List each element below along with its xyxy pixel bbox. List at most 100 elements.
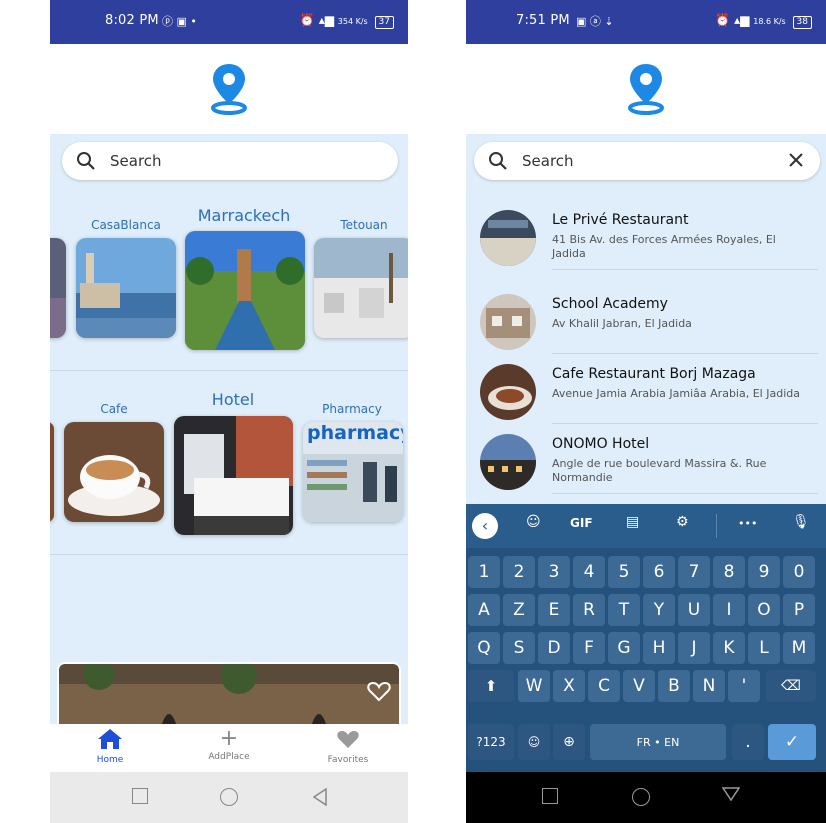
tetouan-image: [314, 238, 408, 338]
key[interactable]: 1: [468, 556, 500, 588]
key[interactable]: V: [623, 670, 655, 702]
back-button[interactable]: [722, 786, 740, 802]
nav-favorites-label: Favorites: [327, 755, 369, 765]
system-navigation-bar: [466, 772, 826, 823]
recent-apps-button[interactable]: [132, 788, 148, 804]
emoji-key[interactable]: ☺: [518, 724, 550, 760]
city-card-marrackech[interactable]: [185, 231, 305, 350]
net-speed: 354 K/s: [337, 17, 368, 26]
key[interactable]: B: [658, 670, 690, 702]
alarm-icon: ⏰: [715, 13, 731, 27]
list-item[interactable]: Cafe Restaurant Borj Mazaga Avenue Jamia…: [466, 350, 826, 424]
key[interactable]: K: [713, 632, 745, 664]
key[interactable]: 4: [573, 556, 605, 588]
key[interactable]: M: [783, 632, 815, 664]
status-bar: 8:02 PM ⓟ ▣ • ⏰ ▴▆ 354 K/s 37: [50, 0, 408, 44]
key[interactable]: 2: [503, 556, 535, 588]
home-button[interactable]: [632, 788, 650, 806]
favorite-heart-icon[interactable]: [367, 680, 391, 702]
key[interactable]: A: [468, 594, 500, 626]
key[interactable]: Q: [468, 632, 500, 664]
sticker-icon[interactable]: ☺: [526, 514, 541, 530]
search-bar[interactable]: Search: [62, 142, 398, 180]
more-button[interactable]: •••: [738, 517, 757, 530]
city-card-partial[interactable]: [50, 238, 66, 338]
city-card-tetouan[interactable]: [314, 238, 408, 338]
status-bar: 7:51 PM ▣ ⓐ ⇣ ⏰ ▴▆ 18.6 K/s 38: [466, 0, 826, 44]
key[interactable]: G: [608, 632, 640, 664]
space-key[interactable]: FR • EN: [590, 724, 726, 760]
key[interactable]: Y: [643, 594, 675, 626]
key[interactable]: ': [728, 670, 760, 702]
home-button[interactable]: [220, 788, 238, 806]
key[interactable]: R: [573, 594, 605, 626]
category-card-pharmacy[interactable]: pharmacy: [303, 422, 403, 522]
search-results-panel: Search Le Privé Restaurant 41 Bis Av. de…: [466, 134, 826, 504]
key[interactable]: X: [553, 670, 585, 702]
symbols-key[interactable]: ?123: [468, 724, 514, 760]
system-navigation-bar: [50, 772, 408, 823]
list-item[interactable]: Le Privé Restaurant 41 Bis Av. des Force…: [466, 196, 826, 270]
key[interactable]: F: [573, 632, 605, 664]
key[interactable]: J: [678, 632, 710, 664]
key[interactable]: D: [538, 632, 570, 664]
battery-icon: 37: [374, 16, 394, 29]
clipboard-icon[interactable]: ▤: [626, 514, 639, 530]
gif-button[interactable]: GIF: [570, 516, 593, 530]
key[interactable]: E: [538, 594, 570, 626]
featured-place-image: [59, 664, 399, 724]
key[interactable]: Z: [503, 594, 535, 626]
place-address: Angle de rue boulevard Massira &. Rue No…: [552, 457, 767, 484]
nav-addplace[interactable]: + AddPlace: [189, 728, 269, 763]
status-icons: ⏰ ▴▆ 354 K/s 37: [300, 13, 394, 29]
key[interactable]: W: [518, 670, 550, 702]
place-address: Av Khalil Jabran, El Jadida: [552, 317, 692, 330]
city-card-casablanca[interactable]: [76, 238, 176, 338]
enter-key[interactable]: ✓: [768, 724, 816, 760]
key[interactable]: 6: [643, 556, 675, 588]
section-divider: [50, 554, 408, 555]
category-card-cafe[interactable]: [64, 422, 164, 522]
key[interactable]: U: [678, 594, 710, 626]
key[interactable]: 0: [783, 556, 815, 588]
key[interactable]: 9: [748, 556, 780, 588]
place-name: ONOMO Hotel: [552, 436, 650, 452]
key[interactable]: P: [783, 594, 815, 626]
nav-home[interactable]: Home: [70, 728, 150, 765]
category-label-pharmacy: Pharmacy: [322, 402, 382, 416]
key[interactable]: 8: [713, 556, 745, 588]
period-key[interactable]: .: [732, 724, 764, 760]
close-icon[interactable]: [788, 152, 804, 168]
chevron-left-icon[interactable]: ‹: [472, 513, 498, 539]
list-item[interactable]: ONOMO Hotel Angle de rue boulevard Massi…: [466, 420, 826, 494]
key[interactable]: O: [748, 594, 780, 626]
category-label-hotel: Hotel: [211, 390, 255, 409]
search-screen: 7:51 PM ▣ ⓐ ⇣ ⏰ ▴▆ 18.6 K/s 38 Search Le…: [466, 0, 826, 823]
search-input[interactable]: Search: [474, 142, 820, 180]
back-button[interactable]: [312, 788, 328, 806]
globe-icon[interactable]: ⊕: [553, 724, 585, 760]
key[interactable]: N: [693, 670, 725, 702]
key[interactable]: S: [503, 632, 535, 664]
featured-place-card[interactable]: [57, 662, 401, 724]
key[interactable]: T: [608, 594, 640, 626]
recent-apps-button[interactable]: [542, 788, 558, 804]
search-icon: [77, 152, 95, 170]
category-card-hotel[interactable]: [174, 416, 293, 535]
key[interactable]: L: [748, 632, 780, 664]
city-label-marrackech: Marrackech: [197, 206, 291, 225]
gear-icon[interactable]: ⚙: [676, 514, 689, 530]
key[interactable]: C: [588, 670, 620, 702]
place-address: 41 Bis Av. des Forces Armées Royales, El…: [552, 233, 776, 260]
shift-key[interactable]: ⬆: [468, 670, 514, 702]
key[interactable]: 3: [538, 556, 570, 588]
key[interactable]: H: [643, 632, 675, 664]
key[interactable]: 5: [608, 556, 640, 588]
nav-favorites[interactable]: Favorites: [308, 728, 388, 765]
category-card-partial[interactable]: [50, 422, 54, 522]
key[interactable]: 7: [678, 556, 710, 588]
backspace-key[interactable]: ⌫: [766, 670, 816, 702]
list-item[interactable]: School Academy Av Khalil Jabran, El Jadi…: [466, 280, 826, 354]
key[interactable]: I: [713, 594, 745, 626]
microphone-icon[interactable]: 🎙: [792, 514, 810, 530]
